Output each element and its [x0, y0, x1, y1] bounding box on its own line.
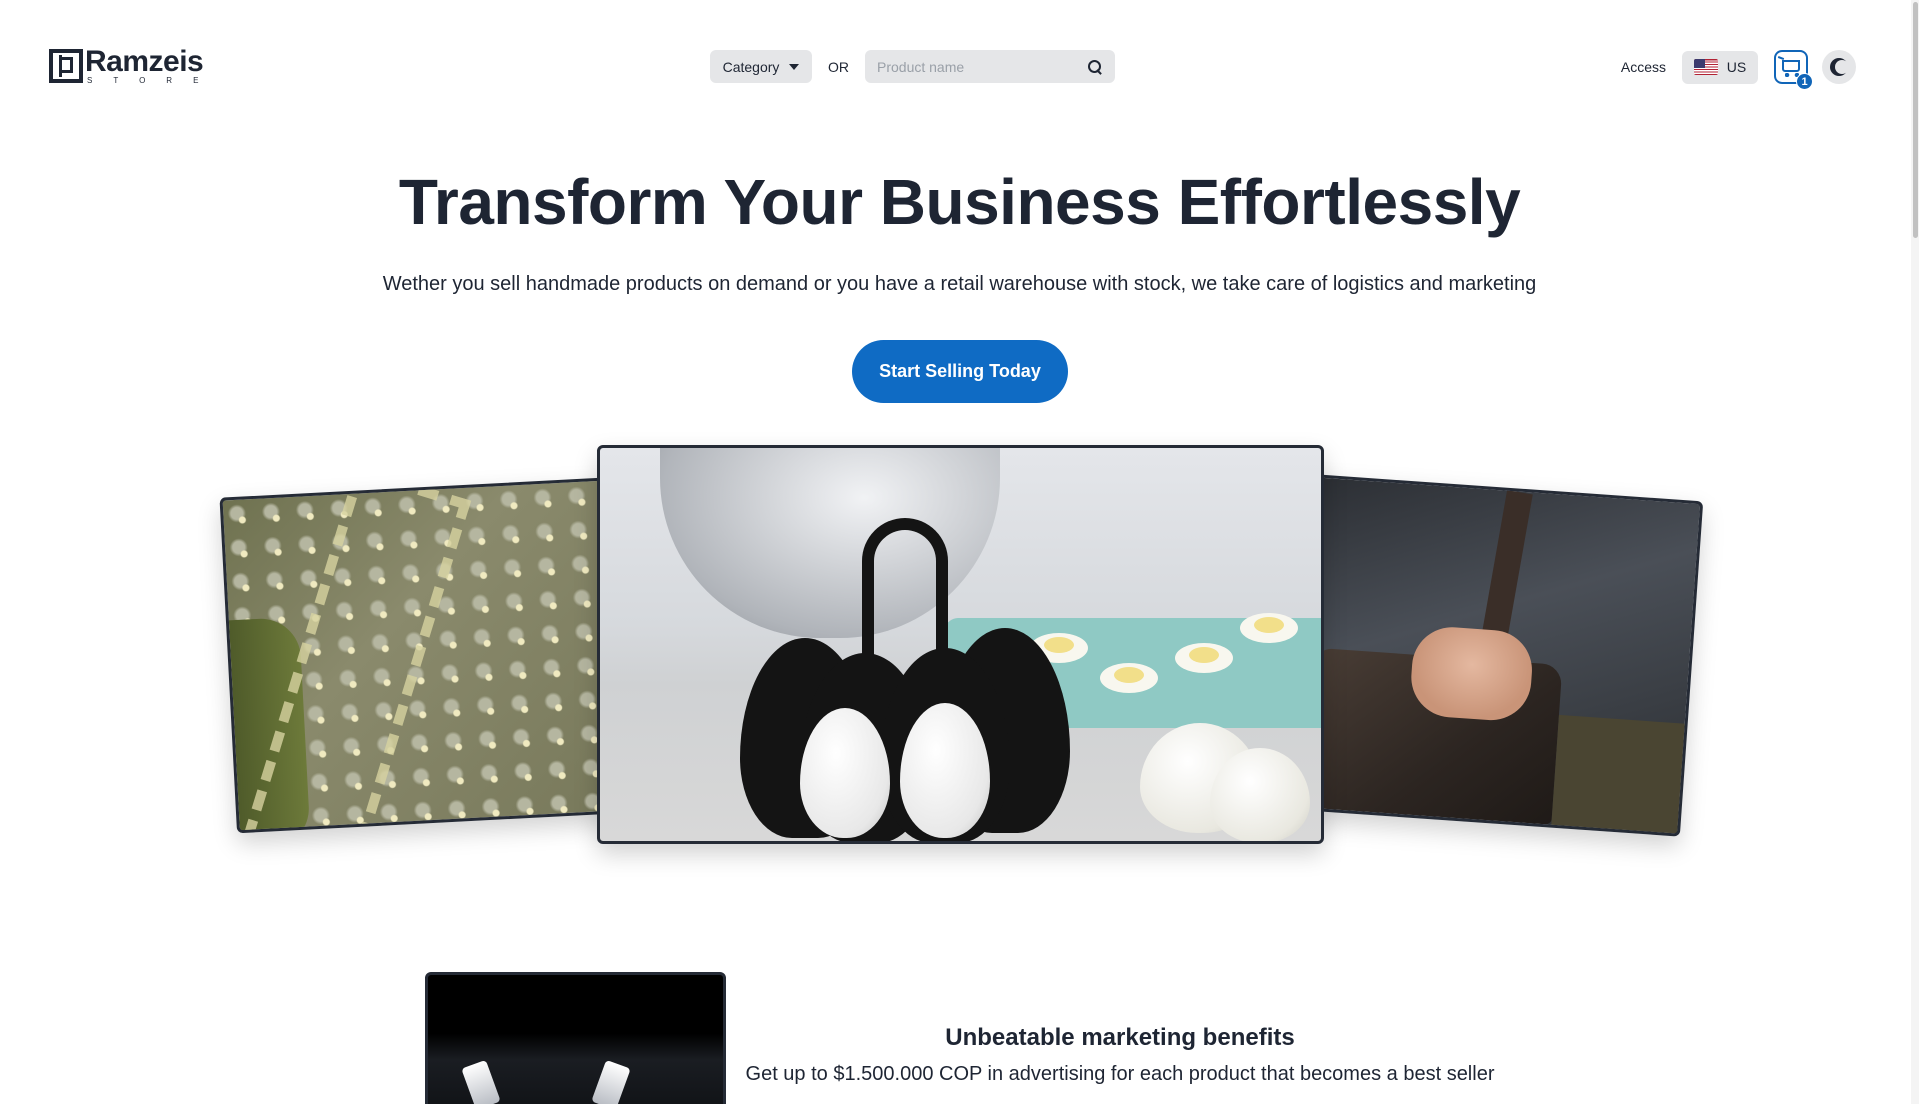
- start-selling-button[interactable]: Start Selling Today: [852, 340, 1068, 403]
- scrollbar-thumb[interactable]: [1913, 2, 1918, 238]
- caret-down-icon: [789, 63, 800, 70]
- brand-logo[interactable]: Ramzeis STORE: [49, 45, 220, 85]
- feature-image: [425, 972, 726, 1104]
- search-icon[interactable]: [1087, 59, 1103, 75]
- cart-count-badge: 1: [1796, 73, 1813, 90]
- language-selector[interactable]: US: [1682, 50, 1758, 84]
- cart-button[interactable]: 1: [1774, 50, 1813, 90]
- product-search-input[interactable]: [877, 58, 1087, 75]
- logo-subtitle: STORE: [87, 76, 220, 85]
- search-field: [865, 50, 1115, 83]
- logo-name: Ramzeis: [85, 45, 204, 78]
- gallery-image-leather-bag: [1278, 473, 1704, 837]
- hero-subtitle: Wether you sell handmade products on dem…: [382, 273, 1537, 295]
- feature-title: Unbeatable marketing benefits: [945, 1024, 1295, 1051]
- site-header: Ramzeis STORE Category OR Access US 1: [0, 0, 1919, 130]
- theme-toggle[interactable]: [1822, 50, 1856, 84]
- or-label: OR: [828, 58, 849, 75]
- page-scrollbar[interactable]: [1911, 0, 1919, 1104]
- feature-description: Get up to $1.500.000 COP in advertising …: [745, 1063, 1495, 1085]
- gallery-image-embroidery: [219, 476, 639, 834]
- language-code: US: [1726, 59, 1747, 75]
- header-actions: Access US 1: [1621, 49, 1856, 90]
- category-dropdown[interactable]: Category: [710, 50, 812, 83]
- cart-icon: [1782, 60, 1800, 77]
- search-bar: Category OR: [710, 50, 1115, 83]
- access-link[interactable]: Access: [1621, 59, 1666, 75]
- moon-icon: [1835, 60, 1849, 74]
- logo-mark-icon: [49, 49, 83, 83]
- category-label: Category: [722, 58, 780, 75]
- gallery-image-penguin-egg-holder: [597, 445, 1324, 844]
- hero-title: Transform Your Business Effortlessly: [398, 166, 1521, 238]
- us-flag-icon: [1693, 59, 1718, 75]
